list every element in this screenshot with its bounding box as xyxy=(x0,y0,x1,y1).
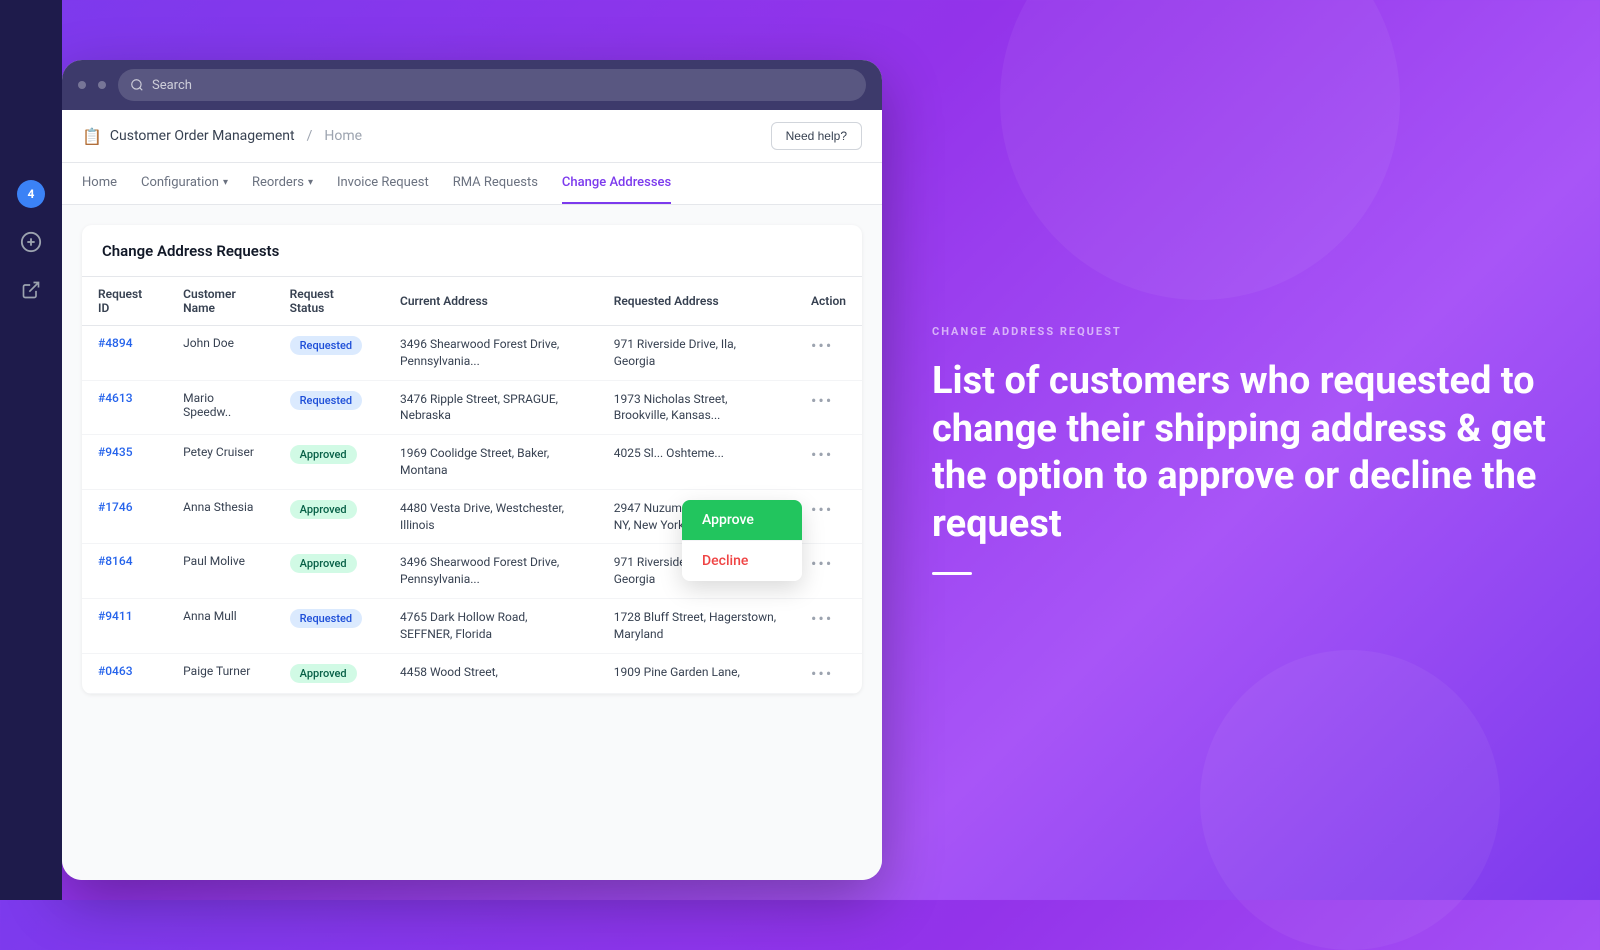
cell-current-address: 4765 Dark Hollow Road, SEFFNER, Florida xyxy=(384,598,598,653)
tab-home[interactable]: Home xyxy=(82,163,117,204)
search-icon xyxy=(130,78,144,92)
cell-request-id[interactable]: #1746 xyxy=(82,489,167,544)
action-dots-btn[interactable]: ••• xyxy=(811,500,833,519)
table-row: #4894 John Doe Requested 3496 Shearwood … xyxy=(82,326,862,381)
cell-request-id[interactable]: #8164 xyxy=(82,544,167,599)
col-requested-address: Requested Address xyxy=(598,277,795,326)
cell-current-address: 4458 Wood Street, xyxy=(384,653,598,693)
cell-request-id[interactable]: #4613 xyxy=(82,380,167,435)
cell-status: Requested xyxy=(274,380,384,435)
table-row: #9435 Petey Cruiser Approved 1969 Coolid… xyxy=(82,435,862,490)
col-request-id: Request ID xyxy=(82,277,167,326)
info-panel: CHANGE ADDRESS REQUEST List of customers… xyxy=(882,265,1600,635)
dropdown-arrow-config: ▾ xyxy=(223,177,228,188)
cell-customer-name: Anna Mull xyxy=(167,598,273,653)
cell-status: Approved xyxy=(274,653,384,693)
sidebar: 4 xyxy=(0,0,62,900)
cell-customer-name: John Doe xyxy=(167,326,273,381)
cell-customer-name: Paul Molive xyxy=(167,544,273,599)
cell-current-address: 1969 Coolidge Street, Baker, Montana xyxy=(384,435,598,490)
cell-requested-address: 1909 Pine Garden Lane, xyxy=(598,653,795,693)
cell-customer-name: Mario Speedw.. xyxy=(167,380,273,435)
help-button[interactable]: Need help? xyxy=(771,122,862,150)
cell-request-id[interactable]: #9411 xyxy=(82,598,167,653)
tab-rma-requests[interactable]: RMA Requests xyxy=(453,163,538,204)
add-icon[interactable] xyxy=(17,228,45,256)
cell-action[interactable]: ••• xyxy=(795,380,862,435)
action-dots-btn[interactable]: ••• xyxy=(811,391,833,410)
tab-reorders[interactable]: Reorders ▾ xyxy=(252,163,313,204)
table-row: #9411 Anna Mull Requested 4765 Dark Holl… xyxy=(82,598,862,653)
cell-status: Requested xyxy=(274,326,384,381)
browser-window: Search 📋 Customer Order Management / Hom… xyxy=(62,60,882,880)
cell-requested-address: 1728 Bluff Street, Hagerstown, Maryland xyxy=(598,598,795,653)
nav-tabs: Home Configuration ▾ Reorders ▾ Invoice … xyxy=(62,163,882,205)
app-header: 📋 Customer Order Management / Home Need … xyxy=(62,110,882,163)
browser-dot-1 xyxy=(78,81,86,89)
cell-current-address: 4480 Vesta Drive, Westchester, Illinois xyxy=(384,489,598,544)
col-current-address: Current Address xyxy=(384,277,598,326)
table-row: #0463 Paige Turner Approved 4458 Wood St… xyxy=(82,653,862,693)
requests-table: Request ID Customer Name Request Status … xyxy=(82,277,862,694)
cell-customer-name: Petey Cruiser xyxy=(167,435,273,490)
table-container: Change Address Requests Request ID Custo… xyxy=(82,225,862,694)
cell-action[interactable]: ••• xyxy=(795,489,862,544)
cell-request-id[interactable]: #9435 xyxy=(82,435,167,490)
cell-requested-address: 4025 Sl... Oshteme... xyxy=(598,435,795,490)
cell-action[interactable]: ••• xyxy=(795,598,862,653)
cell-action[interactable]: ••• xyxy=(795,435,862,490)
cell-request-id[interactable]: #4894 xyxy=(82,326,167,381)
tab-configuration[interactable]: Configuration ▾ xyxy=(141,163,228,204)
action-dots-btn[interactable]: ••• xyxy=(811,664,833,683)
table-head-row: Request ID Customer Name Request Status … xyxy=(82,277,862,326)
cell-status: Requested xyxy=(274,598,384,653)
breadcrumb-separator: / xyxy=(307,128,313,144)
browser-chrome: Search xyxy=(62,60,882,110)
external-link-icon[interactable] xyxy=(17,276,45,304)
breadcrumb-home[interactable]: Home xyxy=(324,128,362,144)
col-request-status: Request Status xyxy=(274,277,384,326)
cell-request-id[interactable]: #0463 xyxy=(82,653,167,693)
app-title-area: 📋 Customer Order Management / Home xyxy=(82,127,362,146)
tab-change-addresses[interactable]: Change Addresses xyxy=(562,163,671,204)
browser-search-bar[interactable]: Search xyxy=(118,69,866,101)
table-row: #4613 Mario Speedw.. Requested 3476 Ripp… xyxy=(82,380,862,435)
tab-invoice-request[interactable]: Invoice Request xyxy=(337,163,429,204)
info-heading: List of customers who requested to chang… xyxy=(932,358,1550,548)
browser-dot-2 xyxy=(98,81,106,89)
cell-current-address: 3496 Shearwood Forest Drive, Pennsylvani… xyxy=(384,544,598,599)
approve-button[interactable]: Approve xyxy=(682,500,802,540)
cell-requested-address: 971 Riverside Drive, Ila, Georgia xyxy=(598,326,795,381)
action-dropdown-menu: Approve Decline xyxy=(682,500,802,581)
cell-status: Approved xyxy=(274,435,384,490)
cell-current-address: 3476 Ripple Street, SPRAGUE, Nebraska xyxy=(384,380,598,435)
action-dots-btn[interactable]: ••• xyxy=(811,445,833,464)
col-action: Action xyxy=(795,277,862,326)
table-header: Change Address Requests xyxy=(82,225,862,277)
cell-customer-name: Paige Turner xyxy=(167,653,273,693)
notification-badge[interactable]: 4 xyxy=(17,180,45,208)
cell-status: Approved xyxy=(274,544,384,599)
cell-requested-address: 1973 Nicholas Street, Brookville, Kansas… xyxy=(598,380,795,435)
app-icon: 📋 xyxy=(82,127,102,146)
info-divider xyxy=(932,572,972,575)
action-dots-btn[interactable]: ••• xyxy=(811,336,833,355)
cell-action[interactable]: ••• xyxy=(795,326,862,381)
info-label: CHANGE ADDRESS REQUEST xyxy=(932,325,1550,338)
cell-action[interactable]: ••• xyxy=(795,544,862,599)
decline-button[interactable]: Decline xyxy=(682,540,802,581)
col-customer-name: Customer Name xyxy=(167,277,273,326)
cell-action[interactable]: ••• xyxy=(795,653,862,693)
action-dots-btn[interactable]: ••• xyxy=(811,554,833,573)
dropdown-arrow-reorders: ▾ xyxy=(308,177,313,188)
cell-customer-name: Anna Sthesia xyxy=(167,489,273,544)
action-dots-btn[interactable]: ••• xyxy=(811,609,833,628)
table-title: Change Address Requests xyxy=(102,242,279,260)
cell-status: Approved xyxy=(274,489,384,544)
app-title-text: Customer Order Management xyxy=(110,128,295,144)
cell-current-address: 3496 Shearwood Forest Drive, Pennsylvani… xyxy=(384,326,598,381)
search-text: Search xyxy=(152,78,192,93)
